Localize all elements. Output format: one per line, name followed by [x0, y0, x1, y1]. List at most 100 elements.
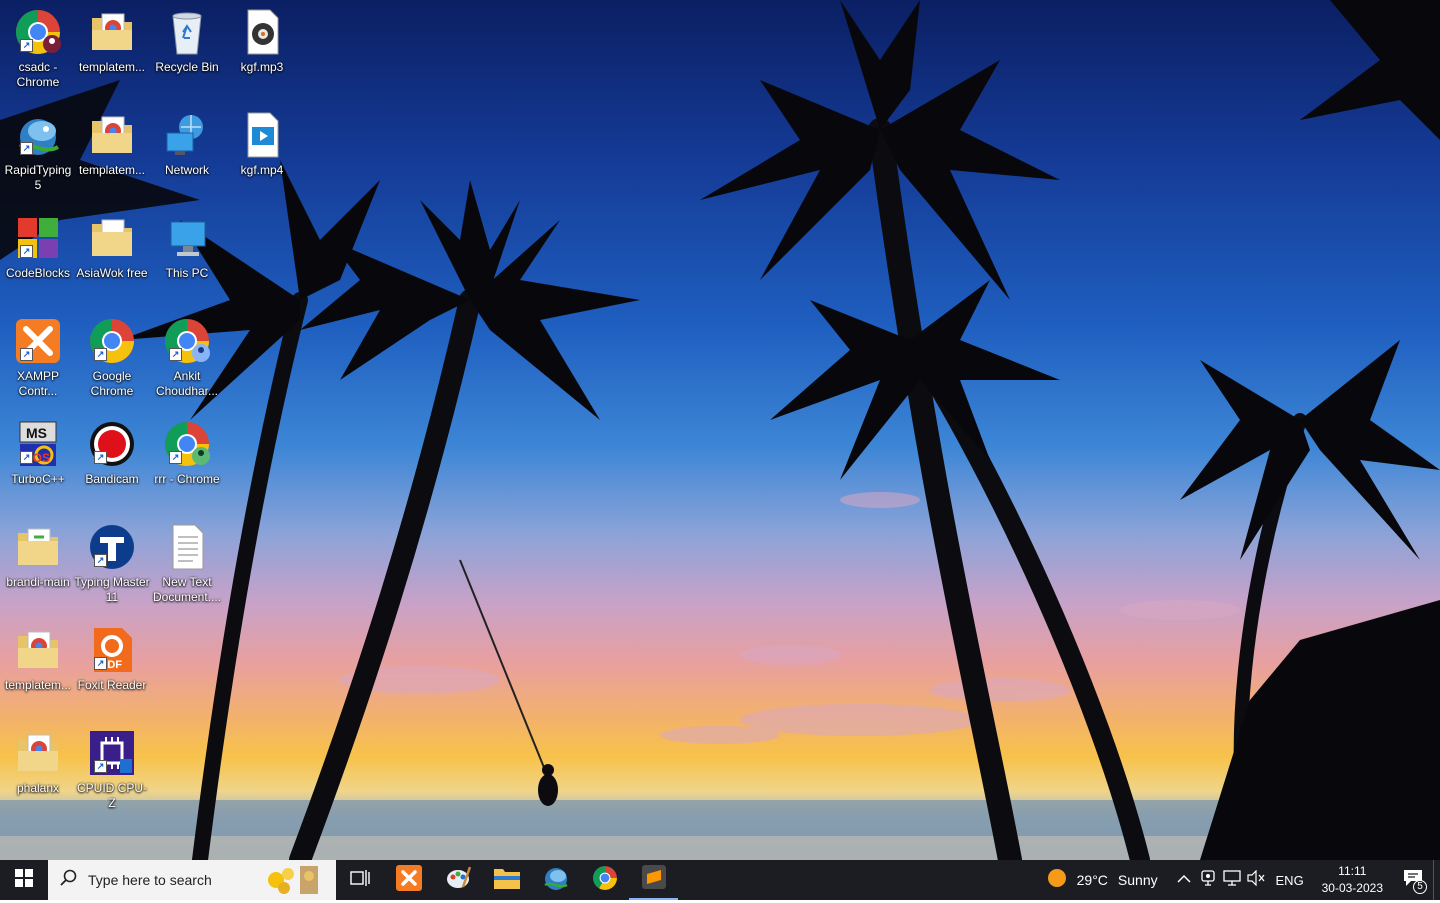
xampp-icon: ↗: [14, 317, 62, 365]
desktop-icon-label: templatem...: [4, 678, 72, 692]
taskbar: 29°C Sunny ENG 11:11 30-: [0, 860, 1440, 900]
foxit-pdf-icon: PDF ↗: [88, 626, 136, 674]
sublime-text-icon: [641, 864, 666, 894]
chevron-up-icon: [1177, 871, 1191, 889]
show-desktop-button[interactable]: [1433, 860, 1440, 900]
rapidtyping-icon: ↗: [14, 111, 62, 159]
shortcut-arrow-icon: ↗: [94, 348, 107, 361]
task-view-button[interactable]: [336, 860, 384, 900]
desktop-icon-label: RapidTyping 5: [4, 163, 72, 192]
shortcut-arrow-icon: ↗: [94, 760, 107, 773]
desktop-icon-templatem-3[interactable]: templatem...: [0, 626, 76, 693]
desktop-icon-label: Typing Master 11: [74, 575, 150, 604]
desktop-icon-rrr-chrome[interactable]: ↗ rrr - Chrome: [149, 420, 225, 487]
desktop-icon-label: templatem...: [78, 60, 146, 74]
desktop-icon-foxit[interactable]: PDF ↗ Foxit Reader: [74, 626, 150, 693]
desktop-icon-cpuz[interactable]: ↗ CPUID CPU-Z: [74, 729, 150, 811]
codeblocks-icon: ↗: [14, 214, 62, 262]
taskbar-app-paint[interactable]: [433, 860, 482, 900]
desktop-icon-label: New Text Document....: [152, 575, 222, 604]
desktop-icon-phalanx[interactable]: phalanx: [0, 729, 76, 796]
meet-now-button[interactable]: [1196, 860, 1220, 900]
shortcut-arrow-icon: ↗: [94, 451, 107, 464]
folder-chrome-icon: [88, 111, 136, 159]
desktop-icon-ankit-chrome[interactable]: ↗ Ankit Choudhar...: [149, 317, 225, 399]
typing-master-icon: ↗: [88, 523, 136, 571]
desktop-icon-network[interactable]: Network: [149, 111, 225, 178]
shortcut-arrow-icon: ↗: [169, 451, 182, 464]
desktop-icon-label: XAMPP Contr...: [16, 369, 59, 398]
shortcut-arrow-icon: ↗: [20, 451, 33, 464]
taskbar-search-box[interactable]: [48, 860, 336, 900]
video-file-icon: [238, 111, 286, 159]
chrome-profile-icon: ↗: [163, 420, 211, 468]
webcam-icon: [1200, 869, 1215, 891]
network-status-button[interactable]: [1220, 860, 1244, 900]
notification-center-button[interactable]: 5: [1393, 860, 1433, 900]
desktop-icon-label: CPUID CPU-Z: [76, 781, 147, 810]
desktop-icon-xampp[interactable]: ↗ XAMPP Contr...: [0, 317, 76, 399]
desktop-icon-label: templatem...: [78, 163, 146, 177]
desktop-icon-label: phalanx: [16, 781, 60, 795]
weather-widget[interactable]: 29°C Sunny: [1033, 868, 1172, 893]
desktop-icon-google-chrome[interactable]: ↗ Google Chrome: [74, 317, 150, 399]
search-input[interactable]: [86, 871, 260, 889]
shortcut-arrow-icon: ↗: [20, 348, 33, 361]
shortcut-arrow-icon: ↗: [94, 657, 107, 670]
windows-logo-icon: [15, 868, 33, 892]
network-icon: [163, 111, 211, 159]
chrome-icon: [592, 865, 618, 896]
weather-condition: Sunny: [1117, 872, 1158, 888]
desktop-icon-turboc[interactable]: MS DOS ↗ TurboC++: [0, 420, 76, 487]
desktop-icon-label: This PC: [165, 266, 209, 280]
svg-text:MS: MS: [26, 425, 47, 441]
taskbar-app-chrome[interactable]: [580, 860, 629, 900]
shortcut-arrow-icon: ↗: [20, 245, 33, 258]
this-pc-icon: [163, 214, 211, 262]
desktop-icon-this-pc[interactable]: This PC: [149, 214, 225, 281]
shortcut-arrow-icon: ↗: [94, 554, 107, 567]
desktop-icon-kgf-mp3[interactable]: kgf.mp3: [224, 8, 300, 75]
file-explorer-icon: [493, 867, 520, 894]
taskbar-app-file-explorer[interactable]: [482, 860, 531, 900]
desktop-icon-templatem-2[interactable]: templatem...: [74, 111, 150, 178]
chrome-icon: ↗: [88, 317, 136, 365]
folder-icon: [88, 214, 136, 262]
desktop-icon-label: Ankit Choudhar...: [155, 369, 219, 398]
audio-file-icon: [238, 8, 286, 56]
shortcut-arrow-icon: ↗: [20, 142, 33, 155]
desktop-icon-csadc-chrome[interactable]: ↗ csadc - Chrome: [0, 8, 76, 90]
taskbar-app-sublime-text[interactable]: [629, 860, 678, 900]
desktop-icon-label: TurboC++: [11, 472, 65, 486]
bandicam-icon: ↗: [88, 420, 136, 468]
volume-muted-icon: [1247, 869, 1265, 891]
desktop-icon-templatem-1[interactable]: templatem...: [74, 8, 150, 75]
desktop-icon-label: Google Chrome: [90, 369, 134, 398]
start-button[interactable]: [0, 860, 48, 900]
taskbar-app-rapidtyping[interactable]: [531, 860, 580, 900]
desktop-icon-typing-master[interactable]: ↗ Typing Master 11: [74, 523, 150, 605]
rapidtyping-icon: [543, 865, 569, 896]
desktop-icon-label: brandi-main: [6, 575, 70, 589]
paint-icon: [445, 865, 471, 896]
task-view-icon: [350, 869, 370, 892]
input-language-button[interactable]: ENG: [1268, 860, 1312, 900]
desktop-icon-codeblocks[interactable]: ↗ CodeBlocks: [0, 214, 76, 281]
desktop-icon-new-text-doc[interactable]: New Text Document....: [149, 523, 225, 605]
folder-chrome-icon: [14, 729, 62, 777]
desktop-icon-brandi-main[interactable]: brandi-main: [0, 523, 76, 590]
desktop-icon-kgf-mp4[interactable]: kgf.mp4: [224, 111, 300, 178]
desktop-icon-rapidtyping[interactable]: ↗ RapidTyping 5: [0, 111, 76, 193]
desktop-icon-asiawok[interactable]: AsiaWok free: [74, 214, 150, 281]
clock-button[interactable]: 11:11 30-03-2023: [1312, 863, 1393, 897]
language-indicator: ENG: [1275, 872, 1304, 888]
desktop-icon-label: CodeBlocks: [5, 266, 71, 280]
desktop-icon-recycle-bin[interactable]: Recycle Bin: [149, 8, 225, 75]
desktop-icon-label: AsiaWok free: [76, 266, 148, 280]
volume-button[interactable]: [1244, 860, 1268, 900]
shortcut-arrow-icon: ↗: [20, 39, 33, 52]
desktop-icon-bandicam[interactable]: ↗ Bandicam: [74, 420, 150, 487]
folder-chrome-icon: [88, 8, 136, 56]
show-hidden-icons-button[interactable]: [1172, 860, 1196, 900]
taskbar-app-xampp[interactable]: [384, 860, 433, 900]
